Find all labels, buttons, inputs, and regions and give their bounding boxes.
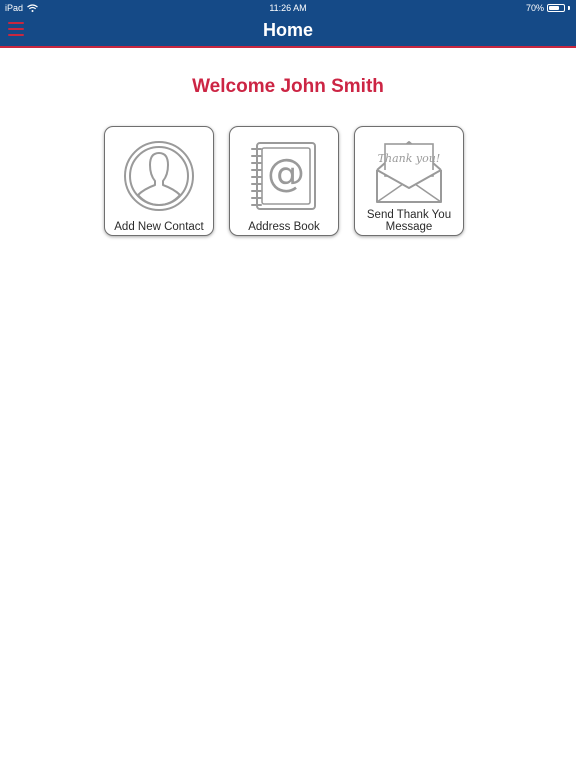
- battery-level: [549, 6, 559, 10]
- home-tiles: Add New Contact @ Address Book Thank you…: [104, 126, 464, 236]
- status-time: 11:26 AM: [269, 3, 307, 13]
- tile-label: Add New Contact: [114, 221, 204, 233]
- tile-label: Send Thank You: [366, 209, 452, 221]
- svg-text:Thank you!: Thank you!: [378, 152, 441, 165]
- send-thank-you-button[interactable]: Thank you! Send Thank You Message: [354, 126, 464, 236]
- svg-text:@: @: [267, 151, 305, 195]
- battery-tip: [568, 6, 570, 10]
- person-silhouette-icon: [124, 141, 194, 211]
- status-bar-right: 70%: [526, 2, 570, 14]
- thank-you-envelope-icon: Thank you!: [376, 141, 442, 203]
- page-title: Home: [262, 20, 313, 40]
- address-book-button[interactable]: @ Address Book: [229, 126, 339, 236]
- tile-label: Address Book: [248, 221, 320, 233]
- top-bar: iPad 11:26 AM 70% Home: [0, 0, 576, 48]
- battery-icon: [547, 4, 565, 12]
- tile-label-line-2: Message: [385, 221, 433, 233]
- add-new-contact-button[interactable]: Add New Contact: [104, 126, 214, 236]
- battery-percentage: 70%: [525, 3, 544, 13]
- address-book-icon: @: [251, 142, 316, 210]
- welcome-message: Welcome John Smith: [192, 76, 384, 97]
